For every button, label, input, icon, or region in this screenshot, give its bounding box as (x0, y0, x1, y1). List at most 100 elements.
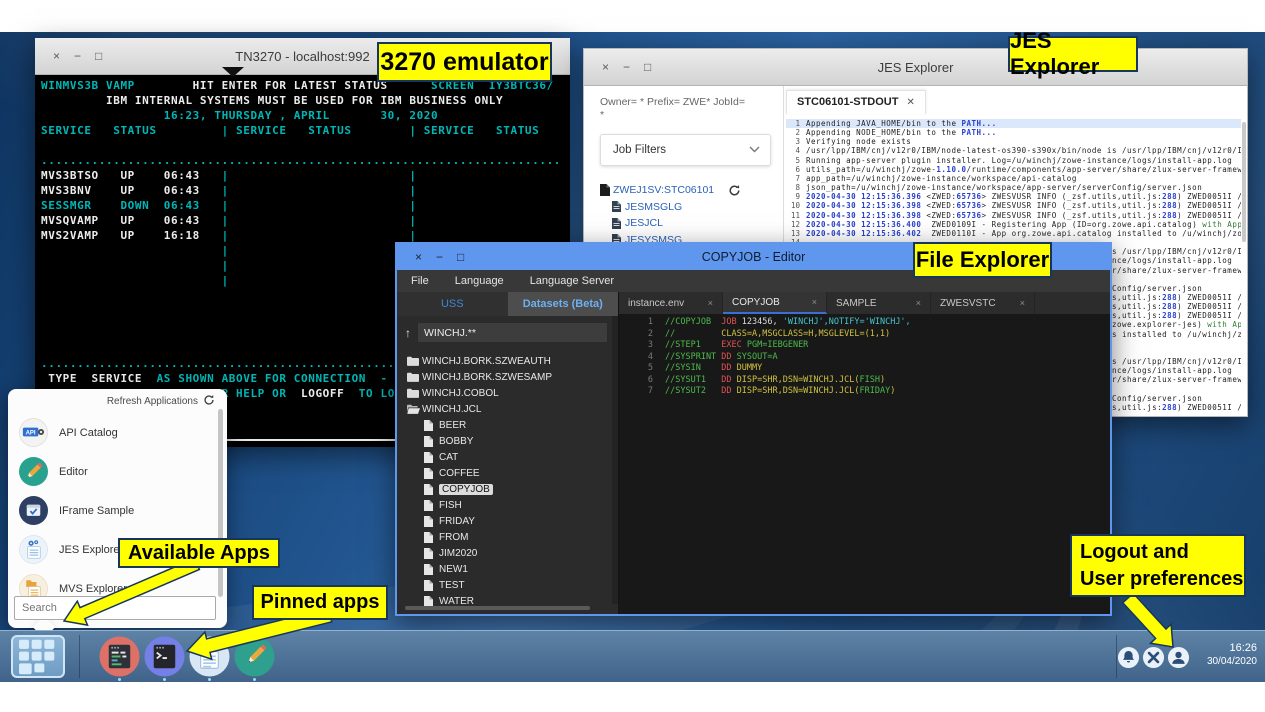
dataset-tree-item[interactable]: CAT (397, 449, 618, 465)
job-filters-dropdown[interactable]: Job Filters (600, 134, 771, 166)
line-number: 4 (786, 146, 800, 155)
dataset-tree-item[interactable]: WINCHJ.JCL (397, 401, 618, 417)
editor-code-area: instance.env×COPYJOB×SAMPLE×ZWESVSTC× 1/… (619, 292, 1110, 614)
dataset-path-input[interactable] (417, 322, 608, 343)
launcher-app-item[interactable]: IFrame Sample (8, 491, 227, 530)
maximize-icon[interactable]: □ (457, 251, 464, 263)
panel-tab-datasets-beta-[interactable]: Datasets (Beta) (508, 292, 619, 316)
launcher-app-label: Editor (59, 466, 88, 478)
menu-item-language-server[interactable]: Language Server (530, 275, 614, 287)
settings-icon[interactable] (1142, 646, 1165, 669)
jes-spool-tab[interactable]: STC06101-STDOUT ✕ (786, 90, 926, 114)
jes-log-scrollbar[interactable] (1242, 122, 1246, 242)
menu-item-file[interactable]: File (411, 275, 429, 287)
dataset-tree-item[interactable]: FISH (397, 497, 618, 513)
dataset-tree-item-label: FROM (439, 532, 468, 543)
job-filters-label: Job Filters (613, 144, 666, 156)
app-launcher-scrollbar[interactable] (218, 409, 223, 597)
maximize-icon[interactable]: □ (644, 61, 651, 73)
editor-tab-instance-env[interactable]: instance.env× (619, 292, 723, 314)
jes-titlebar[interactable]: ×−□ JES Explorer (584, 49, 1247, 86)
editor-tab-copyjob[interactable]: COPYJOB× (723, 292, 827, 314)
jes-tree-item-label: ZWEJ1SV:STC06101 (613, 184, 714, 196)
panel-tab-uss[interactable]: USS (397, 292, 508, 316)
line-number: 5 (786, 156, 800, 165)
annotation-file-explorer: File Explorer (913, 242, 1052, 278)
dataset-tree-item-label: WINCHJ.BORK.SZWESAMP (422, 372, 552, 383)
dataset-tree-item[interactable]: WINCHJ.BORK.SZWEAUTH (397, 353, 618, 369)
close-icon[interactable]: × (812, 297, 817, 307)
minimize-icon[interactable]: − (74, 50, 81, 62)
refresh-icon[interactable] (203, 394, 215, 409)
annotation-logout-line2: User preferences (1080, 566, 1243, 593)
file-icon (424, 532, 439, 543)
close-icon[interactable]: × (602, 61, 609, 73)
line-number: 12 (786, 220, 800, 229)
jes-tree-item[interactable]: JESMSGLG (600, 199, 771, 216)
line-number: 1 (786, 119, 800, 128)
minimize-icon[interactable]: − (436, 251, 443, 263)
clock-time: 16:26 (1207, 641, 1257, 655)
jes-tree-item[interactable]: ZWEJ1SV:STC06101 (600, 182, 771, 199)
refresh-applications-button[interactable]: Refresh Applications (107, 396, 198, 407)
minimize-icon[interactable]: − (623, 61, 630, 73)
folder-icon (407, 372, 422, 382)
launcher-app-item[interactable]: APIAPI Catalog (8, 413, 227, 452)
app-search-input[interactable] (14, 596, 216, 620)
line-number: 5 (619, 363, 653, 375)
code-line: 1//COPYJOB JOB 123456, 'WINCHJ',NOTIFY='… (619, 317, 1110, 329)
log-line: 4/usr/lpp/IBM/cnj/v12r0/IBM/node-latest-… (786, 146, 1241, 155)
pinned-jes-icon[interactable] (189, 636, 230, 677)
dataset-tree-item[interactable]: COFFEE (397, 465, 618, 481)
dataset-tree-item-label: COPYJOB (439, 484, 493, 495)
terminal-line: MVS3BNV UP 06:43 | | (41, 183, 561, 198)
up-arrow-icon[interactable]: ↑ (405, 326, 411, 340)
user-icon[interactable] (1167, 646, 1190, 669)
dataset-tree-item[interactable]: FRIDAY (397, 513, 618, 529)
refresh-icon[interactable] (728, 184, 741, 197)
bell-icon[interactable] (1117, 646, 1140, 669)
file-icon (424, 548, 439, 559)
log-line: 5Running app-server plugin installer. Lo… (786, 156, 1241, 165)
pinned-code-icon[interactable] (99, 636, 140, 677)
chevron-down-icon[interactable] (222, 67, 244, 77)
editor-tab-zwesvstc[interactable]: ZWESVSTC× (931, 292, 1035, 314)
dataset-tree-item-label: BOBBY (439, 436, 473, 447)
dataset-tree-item[interactable]: WINCHJ.COBOL (397, 385, 618, 401)
jes-tree-item[interactable]: JESJCL (600, 215, 771, 232)
pinned-editor-icon[interactable] (234, 636, 275, 677)
dataset-tree-item[interactable]: BOBBY (397, 433, 618, 449)
close-icon[interactable]: × (916, 298, 921, 308)
dataset-tree-item[interactable]: TEST (397, 577, 618, 593)
dataset-tree-item[interactable]: JIM2020 (397, 545, 618, 561)
code-editor[interactable]: 1//COPYJOB JOB 123456, 'WINCHJ',NOTIFY='… (619, 314, 1110, 398)
terminal-line: SESSMGR DOWN 06:43 | | (41, 198, 561, 213)
jes-filter-summary: Owner= * Prefix= ZWE* JobId= (600, 96, 771, 109)
dataset-tree-item[interactable]: FROM (397, 529, 618, 545)
dataset-tree-item[interactable]: BEER (397, 417, 618, 433)
folder-icon (407, 388, 422, 398)
line-number: 1 (619, 317, 653, 329)
launcher-app-item[interactable]: Editor (8, 452, 227, 491)
pinned-terminal-icon[interactable] (144, 636, 185, 677)
close-icon[interactable]: × (1020, 298, 1025, 308)
dataset-tree-item[interactable]: COPYJOB (397, 481, 618, 497)
dataset-tree-item[interactable]: WINCHJ.BORK.SZWESAMP (397, 369, 618, 385)
close-icon[interactable]: ✕ (906, 97, 914, 108)
line-number: 3 (619, 340, 653, 352)
editor-tab-sample[interactable]: SAMPLE× (827, 292, 931, 314)
dataset-tree-item-label: CAT (439, 452, 458, 463)
close-icon[interactable]: × (415, 251, 422, 263)
close-icon[interactable]: × (53, 50, 60, 62)
close-icon[interactable]: × (708, 298, 713, 308)
app-launcher-panel: Refresh Applications APIAPI Catalog Edito… (8, 389, 227, 628)
dataset-tree-vscrollbar[interactable] (612, 316, 618, 604)
menu-item-language[interactable]: Language (455, 275, 504, 287)
dataset-tree-item[interactable]: NEW1 (397, 561, 618, 577)
line-number: 7 (786, 174, 800, 183)
spool-file-icon (612, 218, 625, 229)
annotation-logout: Logout and User preferences (1070, 534, 1246, 597)
app-launcher-button[interactable] (11, 635, 65, 678)
maximize-icon[interactable]: □ (95, 50, 102, 62)
dataset-tree-hscrollbar[interactable] (405, 606, 590, 610)
